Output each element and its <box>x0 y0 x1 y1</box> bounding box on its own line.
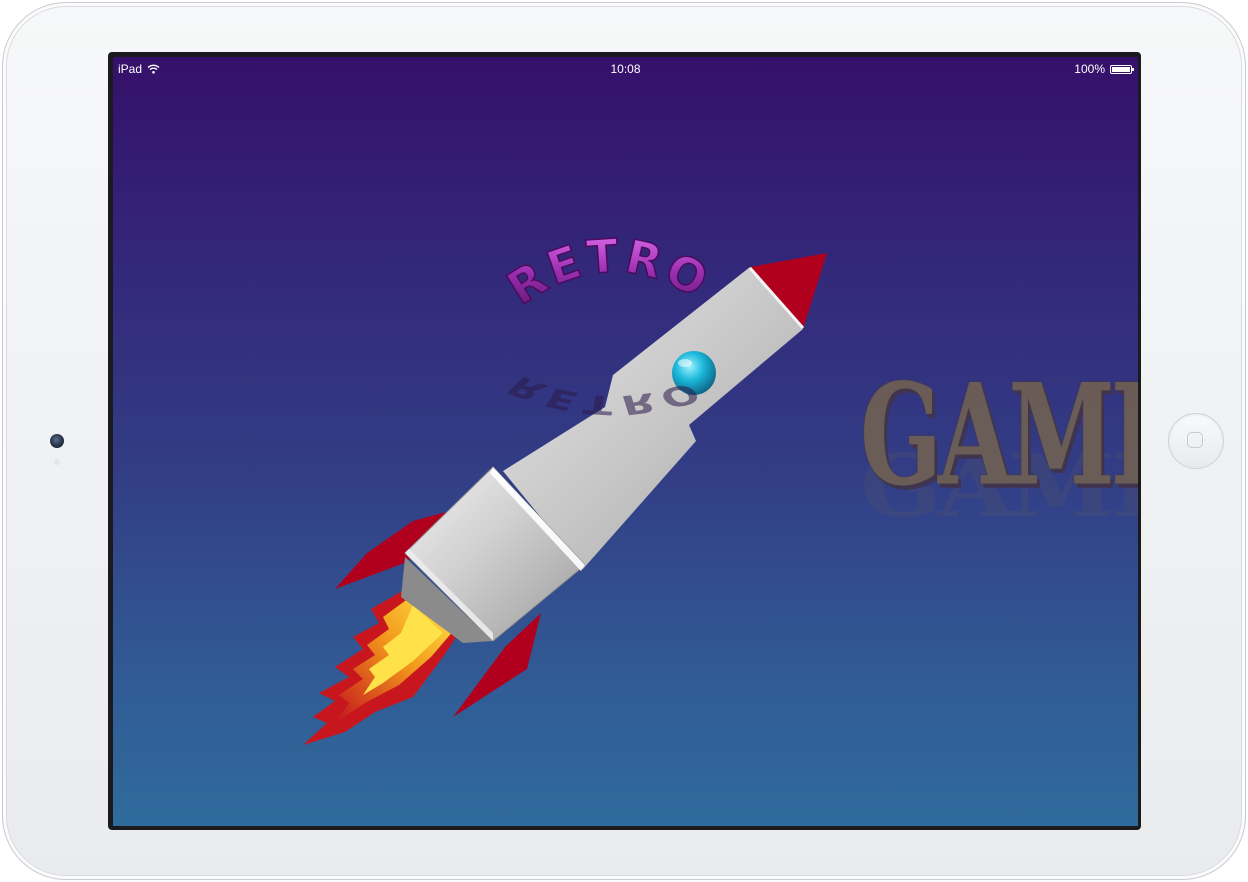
home-square-icon <box>1187 432 1203 448</box>
home-button[interactable] <box>1168 413 1224 469</box>
games-title: GAMES <box>860 353 1138 517</box>
game-screen[interactable]: iPad 10:08 100% RETRO RETRO GAM GAM <box>113 57 1138 826</box>
front-camera-icon <box>50 434 64 448</box>
retro-title: RETRO <box>498 228 720 315</box>
ambient-sensor <box>54 459 60 465</box>
ipad-device: iPad 10:08 100% RETRO RETRO GAM GAM <box>0 0 1248 882</box>
